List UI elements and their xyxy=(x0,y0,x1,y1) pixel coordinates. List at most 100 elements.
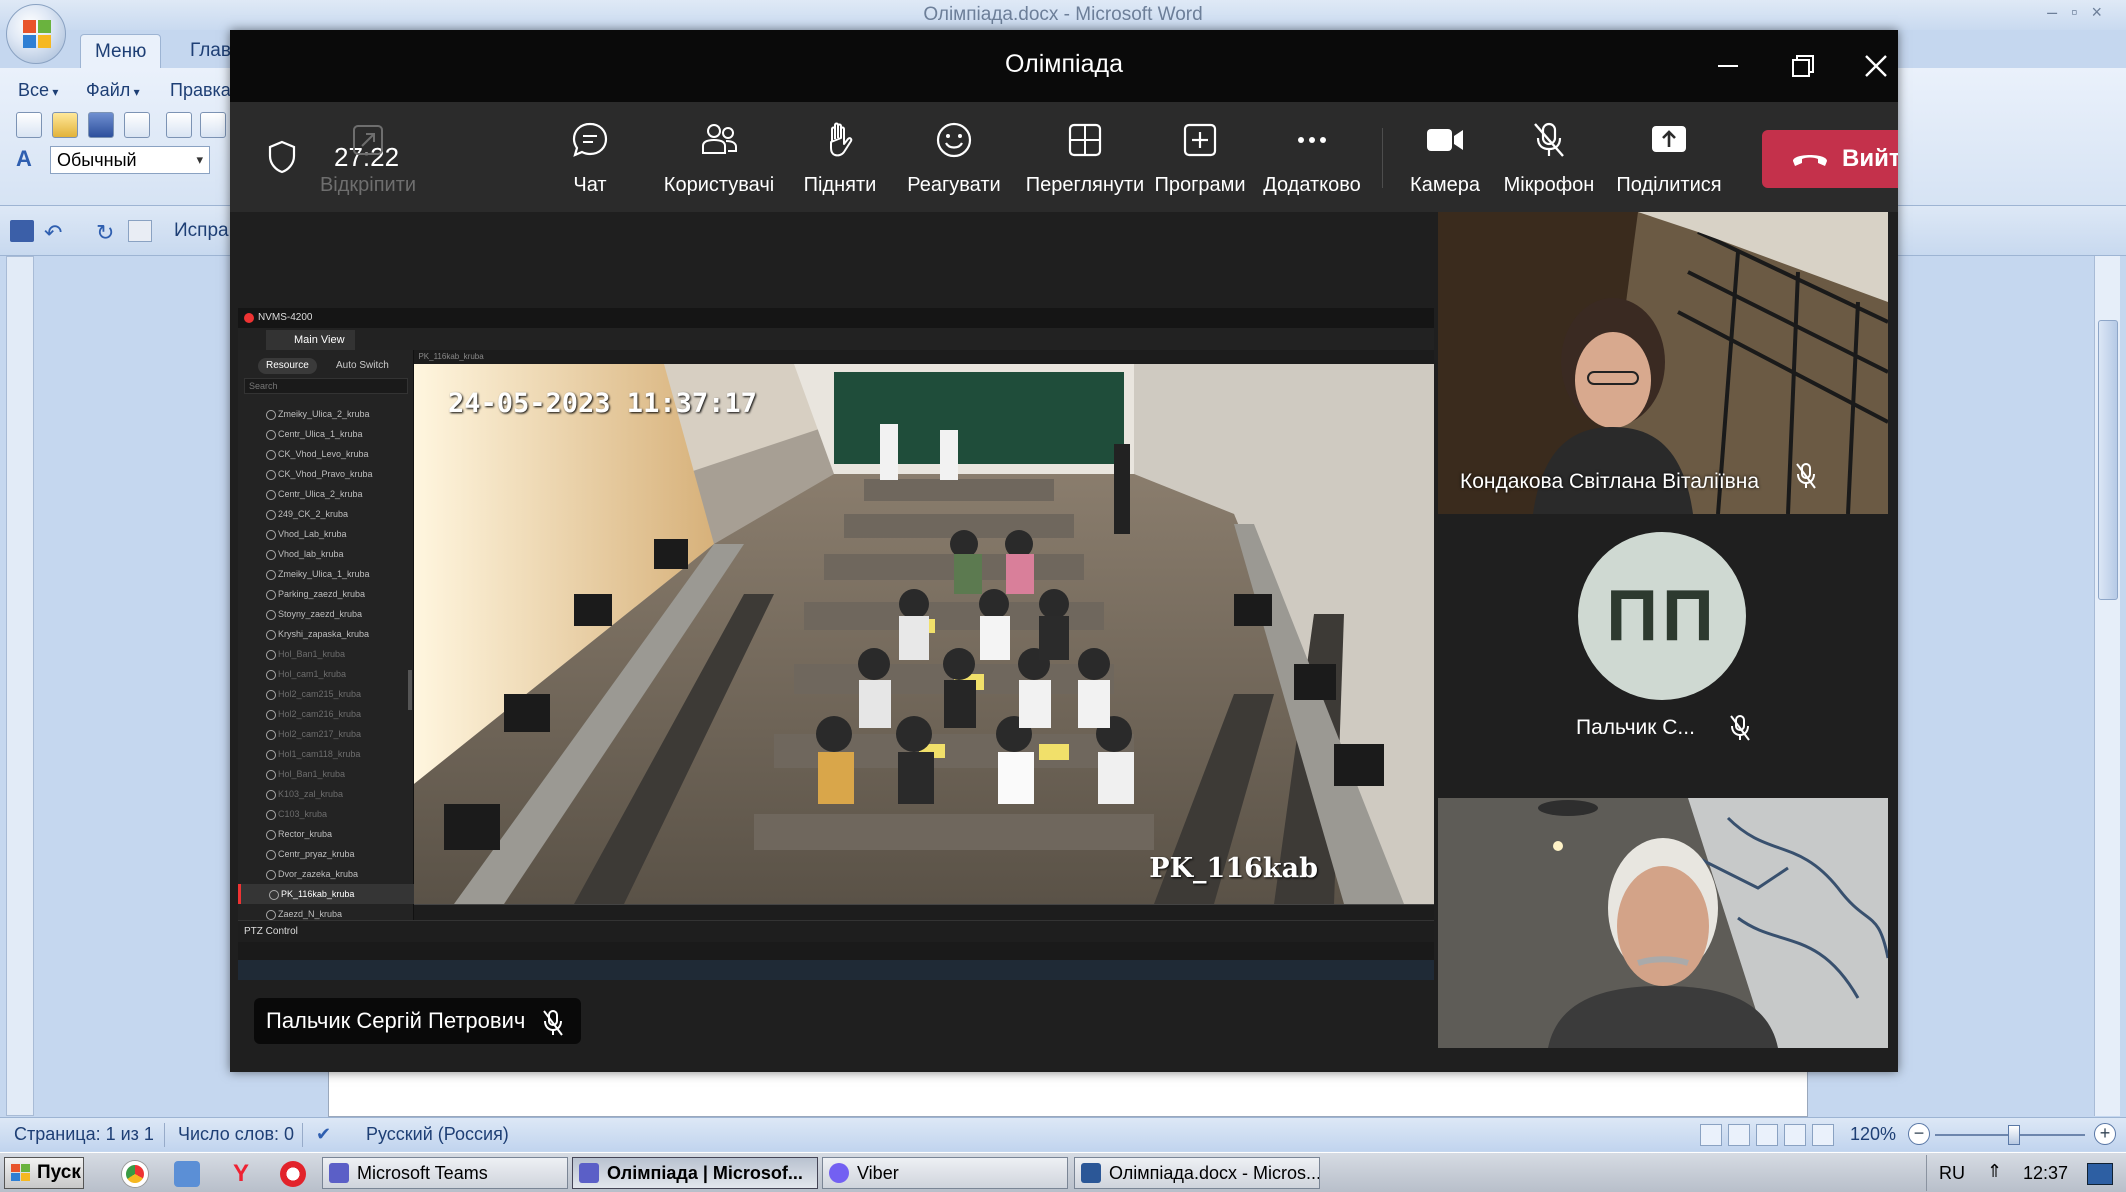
participant-tile-3[interactable] xyxy=(1438,798,1888,1048)
open-folder-icon[interactable] xyxy=(52,112,78,138)
react-button[interactable]: Реагувати xyxy=(894,120,1014,200)
people-button[interactable]: Користувачі xyxy=(654,120,784,200)
nvr-camera-item[interactable]: Rector_kruba xyxy=(238,824,414,844)
share-button[interactable]: Поділитися xyxy=(1610,120,1728,200)
nvr-list-scrollbar[interactable] xyxy=(408,670,412,710)
nvr-camera-item[interactable]: Hol1_cam118_kruba xyxy=(238,744,414,764)
office-button[interactable] xyxy=(6,4,66,64)
show-desktop-icon[interactable] xyxy=(174,1161,200,1187)
format-painter-icon[interactable] xyxy=(128,220,152,242)
ptz-control-label[interactable]: PTZ Control xyxy=(244,926,298,937)
nvr-video-controls[interactable] xyxy=(414,904,1434,920)
pdf-icon[interactable] xyxy=(166,112,192,138)
camera-video-feed[interactable]: 24-05-2023 11:37:17 PK_116kab xyxy=(414,364,1434,904)
nvr-resource-tab[interactable]: Resource xyxy=(258,358,317,374)
nvr-camera-item[interactable]: Centr_pryaz_kruba xyxy=(238,844,414,864)
draft-icon[interactable] xyxy=(1812,1124,1834,1146)
zoom-in-icon[interactable]: + xyxy=(2094,1123,2116,1145)
yandex-icon[interactable]: Y xyxy=(228,1161,254,1187)
clock[interactable]: 12:37 xyxy=(2023,1163,2068,1184)
menu-all[interactable]: Все xyxy=(18,80,58,101)
language-status[interactable]: Русский (Россия) xyxy=(366,1124,509,1145)
chat-button[interactable]: Чат xyxy=(560,120,620,200)
leave-button[interactable]: Вийти xyxy=(1762,130,1898,188)
nvr-camera-item[interactable]: Hol_Ban1_kruba xyxy=(238,644,414,664)
document-page[interactable] xyxy=(328,1065,1808,1117)
styles-icon[interactable]: A xyxy=(16,146,32,172)
tray-expand-icon[interactable]: ⇑ xyxy=(1987,1161,2002,1182)
full-screen-reading-icon[interactable] xyxy=(1728,1124,1750,1146)
nvr-tab-bar: Main View xyxy=(238,328,1434,350)
apps-button[interactable]: Програми xyxy=(1140,120,1260,200)
nvr-camera-item[interactable]: Hol2_cam217_kruba xyxy=(238,724,414,744)
unpin-button[interactable]: Відкріпити xyxy=(318,120,418,200)
nvr-main-view-tab[interactable]: Main View xyxy=(266,330,355,350)
shield-icon[interactable] xyxy=(268,140,296,174)
nvr-camera-item[interactable]: Hol2_cam215_kruba xyxy=(238,684,414,704)
save-icon[interactable] xyxy=(88,112,114,138)
more-button[interactable]: Додатково xyxy=(1254,120,1370,200)
print-icon[interactable] xyxy=(200,112,226,138)
zoom-out-icon[interactable]: − xyxy=(1908,1123,1930,1145)
input-language[interactable]: RU xyxy=(1939,1163,1965,1184)
desktop-icon[interactable] xyxy=(2087,1163,2113,1185)
restore-icon[interactable] xyxy=(1784,48,1820,84)
menu-file[interactable]: Файл xyxy=(86,80,140,101)
qat-save-icon[interactable] xyxy=(10,220,34,242)
zoom-slider-thumb[interactable] xyxy=(2008,1125,2020,1145)
nvr-camera-item[interactable]: Hol_Ban1_kruba xyxy=(238,764,414,784)
nvr-camera-item[interactable]: Zmeiky_Ulica_2_kruba xyxy=(238,404,414,424)
new-document-icon[interactable] xyxy=(16,112,42,138)
page-count[interactable]: Страница: 1 из 1 xyxy=(14,1124,154,1145)
tab-menu[interactable]: Меню xyxy=(80,34,162,68)
start-button[interactable]: Пуск xyxy=(4,1157,84,1189)
opera-icon[interactable] xyxy=(280,1161,306,1187)
nvr-auto-switch-tab[interactable]: Auto Switch xyxy=(328,358,397,374)
undo-icon[interactable]: ↶ xyxy=(44,220,68,245)
minimize-icon[interactable] xyxy=(1710,48,1746,84)
outline-icon[interactable] xyxy=(1784,1124,1806,1146)
view-button[interactable]: Переглянути xyxy=(1010,120,1160,200)
nvr-camera-item[interactable]: Kryshi_zapaska_kruba xyxy=(238,624,414,644)
nvr-camera-item[interactable]: Stoyny_zaezd_kruba xyxy=(238,604,414,624)
word-window-controls[interactable]: –▫× xyxy=(2047,2,2116,23)
close-icon[interactable] xyxy=(1858,48,1894,84)
shared-screen[interactable]: NVMS-4200 Main View Resource Auto Switch… xyxy=(238,308,1434,980)
print-layout-icon[interactable] xyxy=(1700,1124,1722,1146)
nvr-camera-item[interactable]: K103_zal_kruba xyxy=(238,784,414,804)
word-count[interactable]: Число слов: 0 xyxy=(178,1124,294,1145)
participant-tile-2[interactable]: ПП Пальчик С... xyxy=(1438,514,1888,798)
spellcheck-icon[interactable]: ✔ xyxy=(316,1124,331,1145)
task-word[interactable]: Олімпіада.docx - Micros... xyxy=(1074,1157,1320,1189)
nvr-camera-item[interactable]: Parking_zaezd_kruba xyxy=(238,584,414,604)
task-teams[interactable]: Microsoft Teams xyxy=(322,1157,568,1189)
nvr-camera-item[interactable]: Centr_Ulica_2_kruba xyxy=(238,484,414,504)
nvr-camera-item[interactable]: Zmeiky_Ulica_1_kruba xyxy=(238,564,414,584)
nvr-search-input[interactable]: Search xyxy=(244,378,408,394)
chrome-icon[interactable] xyxy=(122,1161,148,1187)
style-select[interactable]: Обычный xyxy=(50,146,210,174)
nvr-camera-item[interactable]: CK_Vhod_Levo_kruba xyxy=(238,444,414,464)
redo-icon[interactable]: ↻ xyxy=(96,220,120,245)
nvr-camera-item[interactable]: 249_CK_2_kruba xyxy=(238,504,414,524)
nvr-camera-item[interactable]: CK_Vhod_Pravo_kruba xyxy=(238,464,414,484)
nvr-camera-item[interactable]: Centr_Ulica_1_kruba xyxy=(238,424,414,444)
scrollbar-thumb[interactable] xyxy=(2098,320,2118,600)
nvr-camera-item[interactable]: Hol_cam1_kruba xyxy=(238,664,414,684)
nvr-camera-item[interactable]: PK_116kab_kruba xyxy=(238,884,414,904)
task-viber[interactable]: Viber xyxy=(822,1157,1068,1189)
task-teams-meeting[interactable]: Олімпіада | Microsof... xyxy=(572,1157,818,1189)
microphone-button[interactable]: Мікрофон xyxy=(1496,120,1602,200)
participant-tile-1[interactable]: Кондакова Світлана Віталіївна xyxy=(1438,212,1888,514)
web-layout-icon[interactable] xyxy=(1756,1124,1778,1146)
nvr-camera-item[interactable]: Hol2_cam216_kruba xyxy=(238,704,414,724)
raise-hand-button[interactable]: Підняти xyxy=(790,120,890,200)
nvr-camera-item[interactable]: Dvor_zazeka_kruba xyxy=(238,864,414,884)
qat-edit-label[interactable]: Испра xyxy=(174,220,229,242)
camera-button[interactable]: Камера xyxy=(1400,120,1490,200)
nvr-camera-item[interactable]: Vhod_Lab_kruba xyxy=(238,524,414,544)
zoom-level[interactable]: 120% xyxy=(1850,1124,1896,1145)
nvr-camera-item[interactable]: Vhod_lab_kruba xyxy=(238,544,414,564)
nvr-camera-item[interactable]: C103_kruba xyxy=(238,804,414,824)
save-as-icon[interactable] xyxy=(124,112,150,138)
